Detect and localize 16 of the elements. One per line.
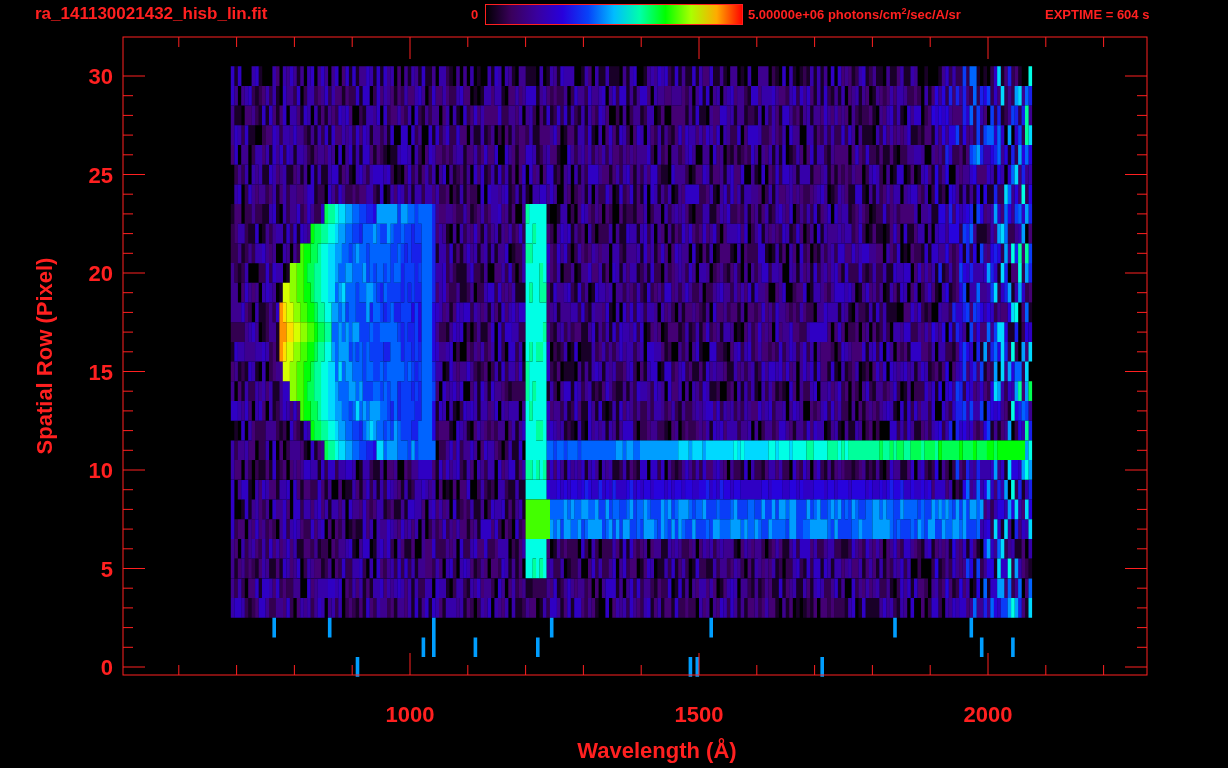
y-tick-label: 5 [100,556,113,582]
y-tick-label: 10 [88,458,113,483]
colorbar-max-label: 5.00000e+06 photons/cm$^{2}$/sec/A/sr [748,5,962,23]
y-tick-label: 30 [88,64,113,89]
colorbar-min-label: 0 [471,6,480,22]
file-name: ra_141130021432_hisb_lin.fit [35,4,269,24]
y-tick-label: 15 [88,359,113,385]
x-axis-title: Wavelength (Å) [577,738,737,763]
x-tick-label: 2000 [963,702,1013,727]
x-tick-label: 1500 [674,702,724,727]
x-tick-label: 1000 [385,702,435,727]
y-tick-label: 20 [88,261,113,286]
exposure-time: EXPTIME = 604 s [1045,6,1150,22]
y-axis-title: Spatial Row (Pixel) [32,257,57,455]
y-tick-label: 25 [88,162,113,188]
y-tick-label: 0 [100,655,113,680]
